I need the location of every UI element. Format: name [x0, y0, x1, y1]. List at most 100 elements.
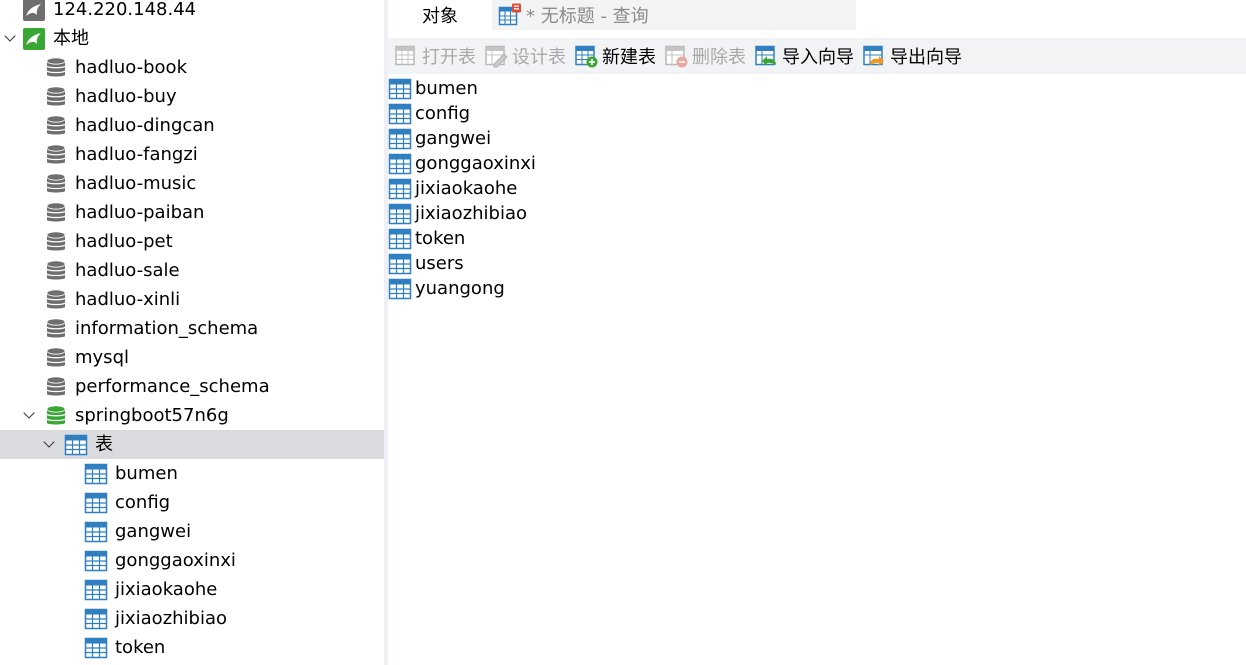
tree-table-label: token — [115, 637, 166, 658]
table-icon — [84, 637, 108, 658]
tree-table-item[interactable]: jixiaozhibiao — [0, 604, 384, 633]
tree-table-label: gonggaoxinxi — [115, 550, 236, 571]
table-icon — [388, 253, 412, 274]
tree-table-item[interactable]: config — [0, 488, 384, 517]
table-icon — [388, 178, 412, 199]
tab-objects[interactable]: 对象 — [388, 0, 492, 30]
tables-node[interactable]: 表 — [0, 430, 384, 459]
connection-remote[interactable]: 124.220.148.44 — [0, 0, 384, 24]
connection-local-label: 本地 — [53, 28, 89, 49]
delete-table-button[interactable]: 删除表 — [664, 41, 746, 71]
database-item[interactable]: hadluo-book — [0, 53, 384, 82]
database-label: springboot57n6g — [75, 405, 229, 426]
database-icon — [46, 172, 66, 192]
object-table-item[interactable]: gonggaoxinxi — [388, 151, 536, 176]
database-item[interactable]: hadluo-fangzi — [0, 140, 384, 169]
tab-query[interactable]: * 无标题 - 查询 — [492, 0, 856, 30]
database-item[interactable]: hadluo-music — [0, 169, 384, 198]
tab-objects-label: 对象 — [422, 6, 458, 27]
object-table-label: gangwei — [415, 128, 492, 149]
database-label: hadluo-paiban — [75, 202, 205, 223]
table-icon — [84, 608, 108, 629]
database-label: hadluo-book — [75, 57, 187, 78]
database-item[interactable]: information_schema — [0, 314, 384, 343]
database-item[interactable]: hadluo-buy — [0, 82, 384, 111]
database-item[interactable]: performance_schema — [0, 372, 384, 401]
object-toolbar: 打开表 设计表 新建表 删除表 导入向导 导出向导 — [388, 38, 1246, 74]
database-label: hadluo-dingcan — [75, 115, 215, 136]
connection-local[interactable]: 本地 — [0, 24, 384, 53]
tab-bar: 对象 * 无标题 - 查询 — [388, 0, 1246, 30]
navigation-tree: 124.220.148.44 本地 hadluo-book hadluo-buy h… — [0, 0, 384, 665]
tab-query-label: * 无标题 - 查询 — [526, 6, 649, 27]
object-table-item[interactable]: jixiaozhibiao — [388, 201, 527, 226]
tree-table-label: config — [115, 492, 171, 513]
tree-table-label: jixiaokaohe — [115, 579, 218, 600]
open-table-label: 打开表 — [422, 47, 476, 68]
table-icon — [84, 492, 108, 513]
table-icon — [84, 550, 108, 571]
import-wizard-label: 导入向导 — [782, 47, 854, 68]
table-icon — [388, 203, 412, 224]
object-list: bumen config gangwei gonggaoxinxi jixiaokaoh… — [388, 76, 1246, 665]
object-table-item[interactable]: gangwei — [388, 126, 491, 151]
database-item[interactable]: hadluo-dingcan — [0, 111, 384, 140]
open-table-button[interactable]: 打开表 — [394, 41, 476, 71]
database-icon — [46, 346, 66, 366]
export-wizard-button[interactable]: 导出向导 — [862, 41, 962, 71]
query-icon — [498, 3, 521, 26]
tree-table-label: bumen — [115, 463, 178, 484]
database-icon — [46, 375, 66, 395]
tree-table-item[interactable]: bumen — [0, 459, 384, 488]
new-table-label: 新建表 — [602, 47, 656, 68]
object-table-label: bumen — [415, 78, 478, 99]
tree-table-item[interactable]: jixiaokaohe — [0, 575, 384, 604]
object-table-item[interactable]: token — [388, 226, 465, 251]
object-table-label: gonggaoxinxi — [415, 153, 536, 174]
design-table-label: 设计表 — [512, 47, 566, 68]
design-table-button[interactable]: 设计表 — [484, 41, 566, 71]
database-icon — [46, 288, 66, 308]
database-item[interactable]: hadluo-sale — [0, 256, 384, 285]
database-item[interactable]: hadluo-paiban — [0, 198, 384, 227]
new-table-button[interactable]: 新建表 — [574, 41, 656, 71]
database-icon — [46, 143, 66, 163]
tree-table-item[interactable]: token — [0, 633, 384, 662]
database-item[interactable]: mysql — [0, 343, 384, 372]
table-icon — [388, 103, 412, 124]
table-icon — [84, 579, 108, 600]
import-icon — [755, 45, 776, 66]
database-icon — [46, 201, 66, 221]
object-table-item[interactable]: users — [388, 251, 464, 276]
table-icon — [388, 128, 412, 149]
object-table-label: users — [415, 253, 464, 274]
open-table-icon — [395, 45, 415, 66]
chevron-down-icon[interactable] — [44, 430, 56, 459]
tree-table-item[interactable]: gangwei — [0, 517, 384, 546]
object-table-label: jixiaozhibiao — [415, 203, 528, 224]
object-table-label: yuangong — [415, 278, 505, 299]
object-table-item[interactable]: config — [388, 101, 470, 126]
database-label: mysql — [75, 347, 129, 368]
export-wizard-label: 导出向导 — [890, 47, 962, 68]
chevron-down-icon[interactable] — [5, 24, 17, 53]
object-table-label: jixiaokaohe — [415, 178, 518, 199]
chevron-down-icon[interactable] — [24, 401, 36, 430]
tables-folder-icon — [64, 434, 88, 455]
connection-remote-label: 124.220.148.44 — [53, 0, 197, 20]
database-label: performance_schema — [75, 376, 270, 397]
database-item[interactable]: hadluo-xinli — [0, 285, 384, 314]
object-table-item[interactable]: yuangong — [388, 276, 505, 301]
import-wizard-button[interactable]: 导入向导 — [754, 41, 854, 71]
database-label: information_schema — [75, 318, 259, 339]
object-table-item[interactable]: jixiaokaohe — [388, 176, 517, 201]
object-table-label: config — [415, 103, 471, 124]
database-item[interactable]: springboot57n6g — [0, 401, 384, 430]
database-item[interactable]: hadluo-pet — [0, 227, 384, 256]
table-icon — [388, 228, 412, 249]
export-icon — [863, 45, 884, 66]
object-table-item[interactable]: bumen — [388, 76, 478, 101]
tree-table-item[interactable]: gonggaoxinxi — [0, 546, 384, 575]
table-icon — [388, 78, 412, 99]
delete-table-icon — [665, 45, 688, 68]
